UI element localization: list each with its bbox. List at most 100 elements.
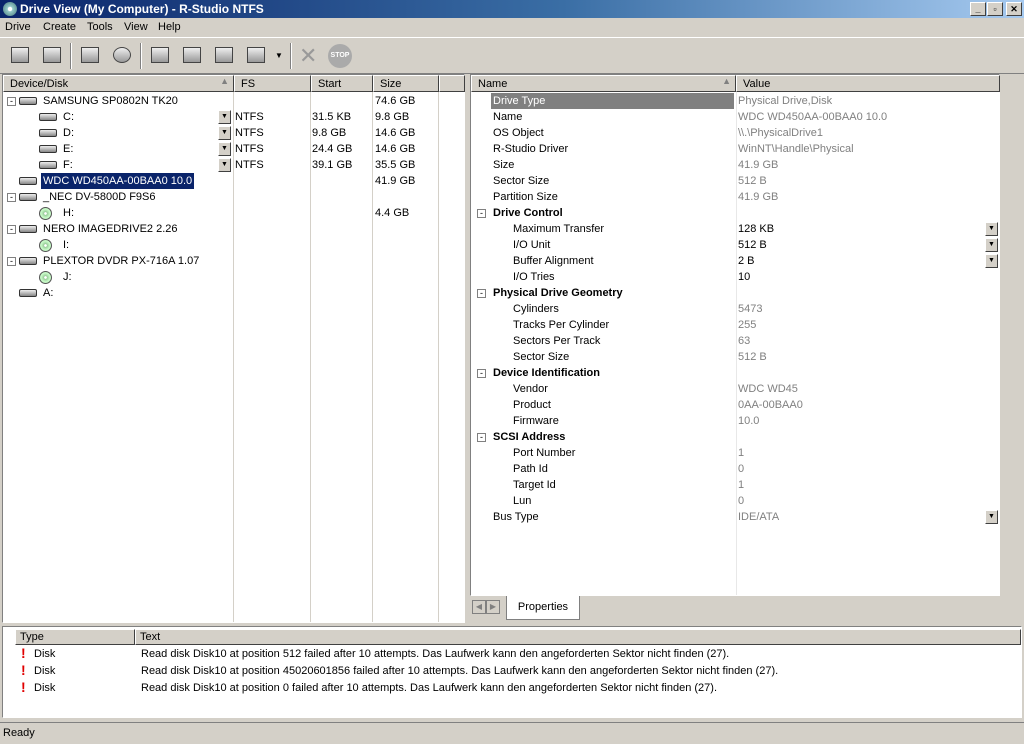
- menu-tools[interactable]: Tools: [87, 21, 113, 33]
- tree-collapse-icon[interactable]: -: [7, 225, 16, 234]
- device-row-name[interactable]: C:: [61, 109, 76, 125]
- scan-icon[interactable]: [76, 42, 104, 70]
- device-row-name[interactable]: J:: [61, 269, 74, 285]
- tree-collapse-icon[interactable]: -: [7, 97, 16, 106]
- property-name[interactable]: R-Studio Driver: [491, 141, 570, 157]
- computer-icon[interactable]: [6, 42, 34, 70]
- property-value: 255: [738, 319, 757, 331]
- col-header-value[interactable]: Value: [736, 75, 1000, 92]
- log-col-type[interactable]: Type: [15, 629, 135, 645]
- search-network-icon[interactable]: [108, 42, 136, 70]
- menu-view[interactable]: View: [124, 21, 148, 33]
- property-name[interactable]: Lun: [511, 493, 533, 509]
- property-value: 1: [738, 479, 745, 491]
- col-header-size[interactable]: Size: [373, 75, 439, 92]
- property-name[interactable]: Name: [491, 109, 524, 125]
- property-value[interactable]: 512 B: [738, 237, 767, 253]
- property-value[interactable]: 10: [738, 269, 750, 285]
- open-image-icon[interactable]: [146, 42, 174, 70]
- minimize-button[interactable]: _: [970, 2, 986, 16]
- property-name[interactable]: Firmware: [511, 413, 561, 429]
- property-name[interactable]: Partition Size: [491, 189, 560, 205]
- property-value: 63: [738, 335, 751, 347]
- device-row-name[interactable]: NERO IMAGEDRIVE2 2.26: [41, 221, 180, 237]
- property-name[interactable]: I/O Unit: [511, 237, 552, 253]
- property-name[interactable]: Sectors Per Track: [511, 333, 602, 349]
- device-row-name[interactable]: _NEC DV-5800D F9S6: [41, 189, 158, 205]
- device-row-name[interactable]: WDC WD450AA-00BAA0 10.0: [41, 173, 195, 189]
- volume-icon: [39, 157, 57, 173]
- row-dropdown-icon[interactable]: ▼: [218, 142, 231, 156]
- property-name[interactable]: SCSI Address: [491, 429, 567, 445]
- property-dropdown-icon[interactable]: ▼: [985, 238, 998, 252]
- menu-drive[interactable]: Drive: [5, 21, 31, 33]
- properties-panel: Name ▲ Value Drive Type Physical Drive,Dis…: [470, 74, 1000, 596]
- property-name[interactable]: Port Number: [511, 445, 577, 461]
- property-name[interactable]: Drive Control: [491, 205, 565, 221]
- property-name[interactable]: Buffer Alignment: [511, 253, 596, 269]
- property-name[interactable]: Target Id: [511, 477, 558, 493]
- property-name[interactable]: Product: [511, 397, 553, 413]
- property-value[interactable]: 2 B: [738, 253, 755, 269]
- property-name[interactable]: I/O Tries: [511, 269, 557, 285]
- menu-create[interactable]: Create: [43, 21, 76, 33]
- property-value[interactable]: 128 KB: [738, 221, 774, 237]
- device-row-name[interactable]: A:: [41, 285, 55, 301]
- property-dropdown-icon[interactable]: ▼: [985, 510, 998, 524]
- property-name[interactable]: Device Identification: [491, 365, 602, 381]
- property-name[interactable]: OS Object: [491, 125, 546, 141]
- create-image-icon[interactable]: [178, 42, 206, 70]
- property-name[interactable]: Sector Size: [491, 173, 551, 189]
- property-name[interactable]: Path Id: [511, 461, 550, 477]
- row-dropdown-icon[interactable]: ▼: [218, 110, 231, 124]
- col-header-device[interactable]: Device/Disk ▲: [3, 75, 234, 92]
- menu-help[interactable]: Help: [158, 21, 181, 33]
- device-row-name[interactable]: I:: [61, 237, 71, 253]
- maximize-button[interactable]: ▫: [987, 2, 1003, 16]
- group-collapse-icon[interactable]: -: [477, 209, 486, 218]
- tree-collapse-icon[interactable]: -: [7, 257, 16, 266]
- property-value: 10.0: [738, 415, 760, 427]
- tab-scroll-right-icon[interactable]: ▶: [486, 600, 500, 614]
- close-button[interactable]: ✕: [1006, 2, 1022, 16]
- stop-icon[interactable]: STOP: [326, 42, 354, 70]
- region-icon[interactable]: [210, 42, 238, 70]
- device-row-name[interactable]: F:: [61, 157, 75, 173]
- device-row-name[interactable]: H:: [61, 205, 76, 221]
- device-row-name[interactable]: D:: [61, 125, 76, 141]
- dropdown-icon[interactable]: ▼: [272, 42, 286, 70]
- status-bar: Ready: [0, 722, 1024, 744]
- log-text: Read disk Disk10 at position 45020601856…: [141, 665, 779, 677]
- col-header-fs[interactable]: FS: [234, 75, 311, 92]
- col-header-start[interactable]: Start: [311, 75, 373, 92]
- device-row-name[interactable]: E:: [61, 141, 75, 157]
- property-name[interactable]: Maximum Transfer: [511, 221, 606, 237]
- property-name[interactable]: Size: [491, 157, 516, 173]
- tab-scroll-left-icon[interactable]: ◀: [472, 600, 486, 614]
- network-icon[interactable]: [38, 42, 66, 70]
- group-collapse-icon[interactable]: -: [477, 369, 486, 378]
- property-name[interactable]: Bus Type: [491, 509, 541, 525]
- property-name[interactable]: Cylinders: [511, 301, 561, 317]
- properties-icon[interactable]: [242, 42, 270, 70]
- toolbar: ▼ ✕ STOP: [0, 37, 1024, 74]
- property-name[interactable]: Vendor: [511, 381, 550, 397]
- device-row-name[interactable]: PLEXTOR DVDR PX-716A 1.07: [41, 253, 201, 269]
- delete-icon[interactable]: ✕: [294, 42, 322, 70]
- group-collapse-icon[interactable]: -: [477, 433, 486, 442]
- tab-properties[interactable]: Properties: [506, 596, 580, 620]
- device-row-name[interactable]: SAMSUNG SP0802N TK20: [41, 93, 180, 109]
- property-name[interactable]: Drive Type: [491, 93, 734, 109]
- row-dropdown-icon[interactable]: ▼: [218, 126, 231, 140]
- property-name[interactable]: Sector Size: [511, 349, 571, 365]
- tree-collapse-icon[interactable]: -: [7, 193, 16, 202]
- property-dropdown-icon[interactable]: ▼: [985, 222, 998, 236]
- property-name[interactable]: Physical Drive Geometry: [491, 285, 625, 301]
- property-dropdown-icon[interactable]: ▼: [985, 254, 998, 268]
- property-name[interactable]: Tracks Per Cylinder: [511, 317, 611, 333]
- group-collapse-icon[interactable]: -: [477, 289, 486, 298]
- log-col-text[interactable]: Text: [135, 629, 1021, 645]
- volume-icon: [39, 141, 57, 157]
- row-dropdown-icon[interactable]: ▼: [218, 158, 231, 172]
- col-header-name[interactable]: Name ▲: [471, 75, 736, 92]
